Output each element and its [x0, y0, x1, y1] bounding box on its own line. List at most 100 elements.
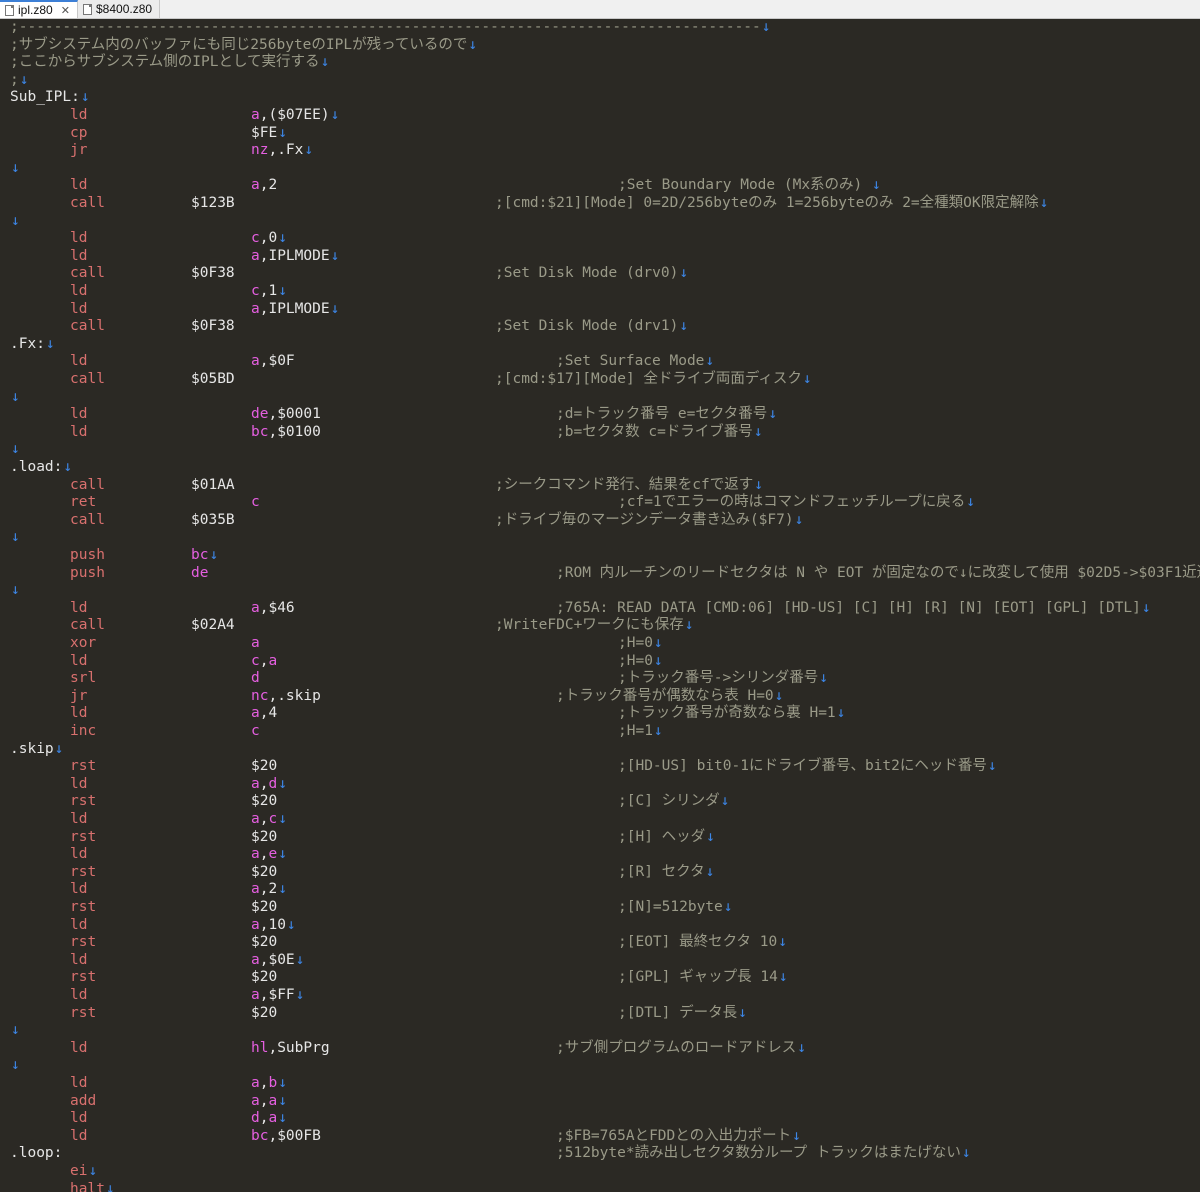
code-line: halt ↓ [0, 1181, 1200, 1192]
newline-marker: ↓ [278, 1092, 287, 1109]
code-operand: d,a [251, 1110, 278, 1127]
code-operand: $20 [251, 793, 278, 810]
newline-marker: ↓ [304, 142, 314, 159]
code-operand: a,c [251, 811, 278, 827]
code-line: ld de,$0001 ;d=トラック番号 e=セクタ番号 ↓ [0, 406, 1200, 424]
code-mnemonic: ld [70, 1127, 88, 1144]
code-mnemonic: push [70, 547, 105, 563]
newline-marker: ↓ [45, 335, 55, 352]
tab-ipl-z80[interactable]: ipl.z80 ✕ [0, 0, 78, 18]
code-line: rst $20 ;[N]=512byte ↓ [0, 899, 1200, 917]
code-label: .loop: [10, 1145, 63, 1162]
code-operand: nc,.skip [251, 687, 321, 704]
code-line: cp $FE ↓ [0, 125, 1200, 143]
code-line: ei ↓ [0, 1163, 1200, 1181]
code-operand: a,2 [251, 881, 278, 898]
code-mnemonic: push [70, 564, 105, 581]
code-mnemonic: rst [70, 828, 97, 845]
code-line: ld a,IPLMODE ↓ [0, 248, 1200, 266]
code-line: rst $20 ;[EOT] 最終セクタ 10 ↓ [0, 934, 1200, 952]
code-operand: $035B [191, 511, 235, 528]
code-line: ld d,a ↓ [0, 1110, 1200, 1128]
newline-marker: ↓ [754, 476, 763, 493]
code-comment: ;---------------------------------------… [10, 19, 761, 35]
newline-marker: ↓ [797, 1039, 807, 1056]
newline-marker: ↓ [11, 212, 20, 229]
code-line: ld hl,SubPrg ;サブ側プログラムのロードアドレス ↓ [0, 1040, 1200, 1058]
code-comment: ;b=セクタ数 c=ドライブ番号 [556, 423, 753, 440]
code-line: ld a,c ↓ [0, 811, 1200, 829]
code-comment: ;サブ側プログラムのロードアドレス [556, 1039, 797, 1056]
newline-marker: ↓ [54, 740, 64, 757]
code-line: ld a,2 ↓ [0, 881, 1200, 899]
newline-marker: ↓ [278, 811, 287, 827]
code-operand: c,0 [251, 230, 278, 247]
newline-marker: ↓ [774, 687, 784, 704]
code-operand: $20 [251, 934, 278, 951]
newline-marker: ↓ [105, 1180, 115, 1192]
newline-marker: ↓ [679, 318, 689, 335]
code-comment: ;[C] シリンダ [618, 793, 720, 810]
code-line: ld a,d ↓ [0, 776, 1200, 794]
code-operand: a [251, 635, 260, 651]
code-line: ld bc,$00FB ;$FB=765AとFDDとの入出力ポート ↓ [0, 1128, 1200, 1146]
code-line: .Fx: ↓ [0, 336, 1200, 354]
code-operand: c,a [251, 652, 278, 669]
newline-marker: ↓ [705, 353, 715, 370]
tab-8400-z80[interactable]: $8400.z80 [78, 0, 160, 18]
code-mnemonic: ld [70, 283, 88, 299]
code-mnemonic: cp [70, 124, 88, 141]
code-mnemonic: ld [70, 987, 88, 1003]
code-operand: $20 [251, 1004, 278, 1021]
code-operand: $0F38 [191, 265, 235, 282]
code-line: srl d ;トラック番号->シリンダ番号 ↓ [0, 670, 1200, 688]
code-comment: ;d=トラック番号 e=セクタ番号 [556, 406, 768, 423]
code-operand: $FE [251, 124, 278, 141]
newline-marker: ↓ [63, 459, 73, 475]
code-comment: ;cf=1でエラーの時はコマンドフェッチループに戻る [618, 494, 966, 511]
code-line: rst $20 ;[C] シリンダ ↓ [0, 793, 1200, 811]
code-line: .skip ↓ [0, 741, 1200, 759]
newline-marker: ↓ [278, 1075, 287, 1091]
code-line: ld c,0 ↓ [0, 230, 1200, 248]
code-mnemonic: ld [70, 230, 88, 247]
code-mnemonic: ld [70, 916, 88, 933]
code-operand: hl,SubPrg [251, 1039, 330, 1056]
code-line: ld bc,$0100 ;b=セクタ数 c=ドライブ番号 ↓ [0, 424, 1200, 442]
code-line: ld a,4 ;トラック番号が奇数なら裏 H=1 ↓ [0, 705, 1200, 723]
code-mnemonic: ld [70, 300, 88, 317]
newline-marker: ↓ [11, 1022, 20, 1039]
code-line: jr nc,.skip ;トラック番号が偶数なら表 H=0 ↓ [0, 688, 1200, 706]
code-line: ↓ [0, 529, 1200, 547]
code-line: ;サブシステム内のバッファにも同じ256byteのIPLが残っているので ↓ [0, 37, 1200, 55]
newline-marker: ↓ [802, 371, 812, 387]
close-icon[interactable]: ✕ [61, 4, 70, 17]
code-comment: ;トラック番号->シリンダ番号 [618, 670, 819, 687]
code-mnemonic: call [70, 476, 105, 493]
code-mnemonic: call [70, 265, 105, 282]
code-comment: ;ここからサブシステム側のIPLとして実行する [10, 54, 320, 71]
newline-marker: ↓ [679, 265, 689, 282]
code-comment: ;[H] ヘッダ [618, 828, 706, 845]
newline-marker: ↓ [80, 89, 90, 106]
code-operand: nz,.Fx [251, 142, 304, 159]
code-line: .loop: ;512byte*読み出しセクタ数分ループ トラックはまたげない ↓ [0, 1145, 1200, 1163]
code-comment: ;[GPL] ギャップ長 14 [618, 969, 778, 986]
code-line: ld a,e ↓ [0, 846, 1200, 864]
file-icon [5, 4, 14, 16]
newline-marker: ↓ [961, 1145, 971, 1162]
code-line: ↓ [0, 160, 1200, 178]
code-label: .load: [10, 459, 63, 475]
code-comment: ;$FB=765AとFDDとの入出力ポート [556, 1127, 792, 1144]
code-operand: a,($07EE) [251, 107, 330, 123]
code-line: rst $20 ;[H] ヘッダ ↓ [0, 829, 1200, 847]
code-mnemonic: call [70, 617, 105, 634]
code-line: ↓ [0, 1022, 1200, 1040]
newline-marker: ↓ [278, 775, 287, 792]
newline-marker: ↓ [330, 247, 340, 264]
code-mnemonic: rst [70, 969, 97, 986]
code-operand: a,IPLMODE [251, 300, 330, 317]
code-editor[interactable]: ;---------------------------------------… [0, 19, 1200, 1192]
newline-marker: ↓ [761, 19, 771, 35]
newline-marker: ↓ [778, 969, 788, 986]
